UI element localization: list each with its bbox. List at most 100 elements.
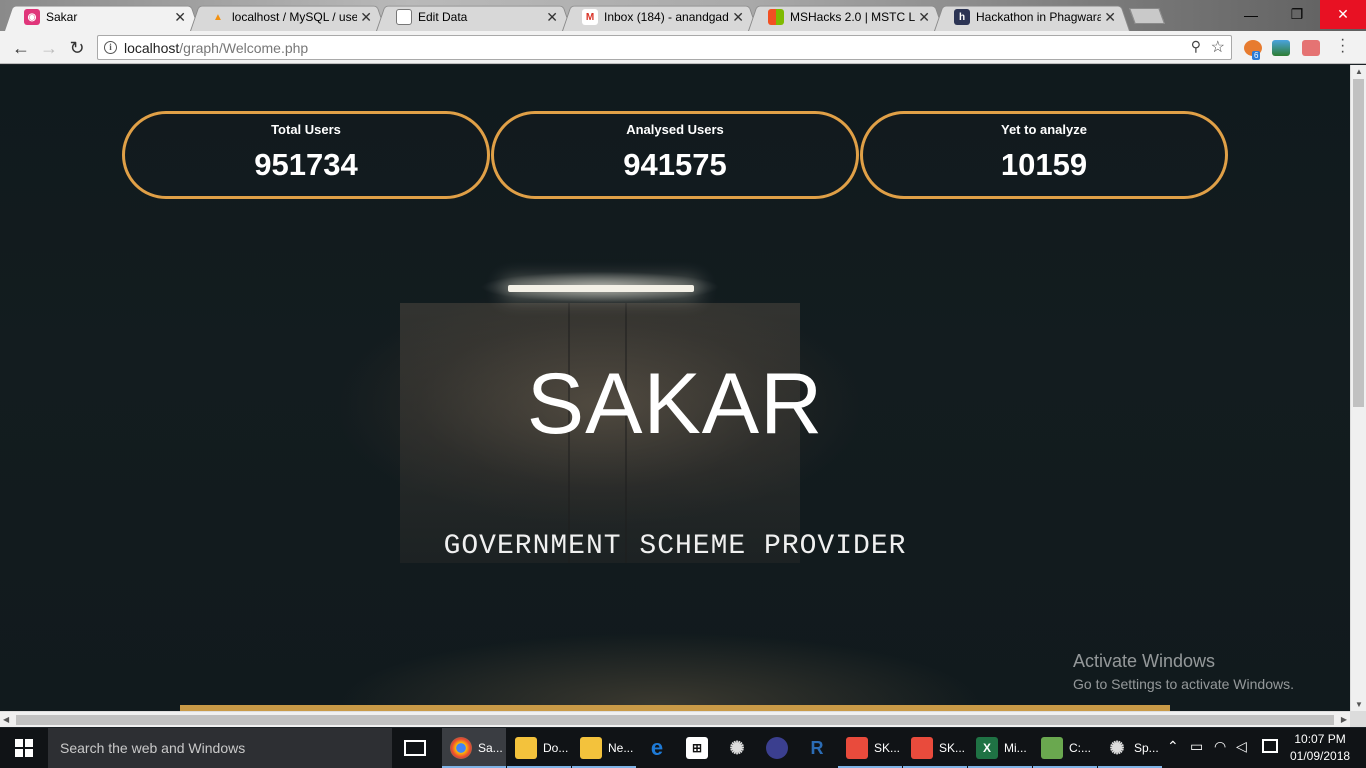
taskbar-item-explorer[interactable]: Do...: [507, 728, 571, 768]
battery-icon[interactable]: ▭: [1190, 738, 1203, 755]
vertical-scroll-thumb[interactable]: [1353, 79, 1364, 407]
vertical-scrollbar[interactable]: ▲ ▼: [1350, 65, 1366, 711]
horizontal-scroll-thumb[interactable]: [16, 715, 1334, 725]
task-view-icon[interactable]: [404, 740, 426, 756]
new-tab-button[interactable]: [1129, 8, 1165, 24]
taskbar-item-store[interactable]: ⊞: [678, 728, 716, 768]
forward-arrow-icon[interactable]: →: [37, 36, 61, 60]
folder-icon: [580, 737, 602, 759]
r-icon: R: [810, 737, 824, 758]
scrollbar-corner: [1350, 711, 1366, 727]
browser-menu-icon[interactable]: · · ·: [1340, 32, 1345, 60]
taskbar-item-spring[interactable]: ✺ Sp...: [1098, 728, 1162, 768]
page-viewport: Total Users 951734 Analysed Users 941575…: [0, 65, 1350, 711]
windows-taskbar: Search the web and Windows Sa... Do... N…: [0, 728, 1366, 768]
eclipse-icon: [766, 737, 788, 759]
stat-card-total-users: Total Users 951734: [122, 111, 490, 199]
back-arrow-icon[interactable]: ←: [9, 36, 33, 60]
extension-icon[interactable]: [1272, 40, 1290, 56]
excel-icon: X: [976, 737, 998, 759]
microsoft-icon: [768, 9, 784, 25]
extension-icon[interactable]: [1302, 40, 1320, 56]
volume-icon[interactable]: ◁: [1236, 738, 1247, 755]
browser-tab-edit-data[interactable]: Edit Data ✕: [376, 3, 572, 31]
tab-title: Edit Data: [418, 10, 468, 24]
windows-logo-icon: [15, 739, 33, 757]
wifi-icon[interactable]: ◠: [1214, 738, 1226, 755]
tab-title: Inbox (184) - anandgadi: [604, 10, 729, 24]
browser-tab-hackathon[interactable]: h Hackathon in Phagwara ✕: [934, 3, 1130, 31]
minimize-window-icon[interactable]: —: [1228, 0, 1274, 29]
tab-title: Sakar: [46, 10, 78, 24]
editor-icon: [1041, 737, 1063, 759]
browser-tab-mshacks[interactable]: MSHacks 2.0 | MSTC LPU ✕: [748, 3, 944, 31]
close-tab-icon[interactable]: ✕: [360, 9, 372, 26]
stat-value: 951734: [254, 147, 358, 182]
scroll-left-icon[interactable]: ◀: [3, 715, 9, 724]
horizontal-scrollbar[interactable]: ◀ ▶: [0, 711, 1350, 727]
taskbar-item-r[interactable]: R: [798, 728, 836, 768]
close-tab-icon[interactable]: ✕: [918, 9, 930, 26]
notepad-icon: [846, 737, 868, 759]
taskbar-item-label: C:...: [1069, 741, 1092, 755]
stat-label: Yet to analyze: [1001, 122, 1087, 137]
chrome-icon: [450, 737, 472, 759]
taskbar-item-label: SK...: [939, 741, 966, 755]
taskbar-item-edge[interactable]: e: [638, 728, 676, 768]
taskbar-item-editor[interactable]: C:...: [1033, 728, 1097, 768]
url-text: localhost/graph/Welcome.php: [124, 40, 308, 56]
watermark-title: Activate Windows: [1073, 651, 1216, 671]
tray-chevron-icon[interactable]: ⌃: [1167, 738, 1179, 755]
taskbar-item-notepad[interactable]: SK...: [903, 728, 967, 768]
browser-tab-gmail[interactable]: M Inbox (184) - anandgadi ✕: [562, 3, 758, 31]
notepad-icon: [911, 737, 933, 759]
browser-tab-sakar[interactable]: ◉ Sakar ✕: [4, 3, 200, 31]
taskbar-item-chrome[interactable]: Sa...: [442, 728, 506, 768]
hero-title: SAKAR: [526, 356, 824, 452]
address-bar[interactable]: i localhost/graph/Welcome.php ⚲ ☆: [97, 35, 1232, 60]
reload-icon[interactable]: ↻: [65, 36, 89, 60]
close-tab-icon[interactable]: ✕: [732, 9, 744, 26]
folder-icon: [515, 737, 537, 759]
taskbar-item-label: Ne...: [608, 741, 634, 755]
close-tab-icon[interactable]: ✕: [1104, 9, 1116, 26]
activate-windows-watermark: Activate Windows Go to Settings to activ…: [1073, 651, 1294, 692]
browser-tab-phpmyadmin[interactable]: ▲ localhost / MySQL / use ✕: [190, 3, 386, 31]
extension-badge: 6: [1252, 51, 1261, 60]
close-tab-icon[interactable]: ✕: [546, 9, 558, 26]
taskbar-clock[interactable]: 10:07 PM 01/09/2018: [1290, 731, 1350, 765]
sakar-app-icon: ◉: [24, 9, 40, 25]
taskbar-item-label: Sp...: [1134, 741, 1159, 755]
bookmark-star-icon[interactable]: ☆: [1211, 37, 1225, 57]
taskbar-item-notepad[interactable]: SK...: [838, 728, 902, 768]
taskbar-item-excel[interactable]: X Mi...: [968, 728, 1032, 768]
close-window-icon[interactable]: ✕: [1320, 0, 1366, 29]
taskbar-item-label: Sa...: [478, 741, 503, 755]
taskbar-search-box[interactable]: Search the web and Windows: [48, 728, 392, 768]
stat-label: Analysed Users: [626, 122, 724, 137]
action-center-icon[interactable]: [1262, 739, 1278, 753]
stat-value: 10159: [1000, 147, 1088, 182]
gmail-icon: M: [582, 9, 598, 25]
restore-window-icon[interactable]: ❐: [1274, 0, 1320, 29]
clock-date: 01/09/2018: [1290, 749, 1351, 763]
close-tab-icon[interactable]: ✕: [174, 9, 186, 26]
page-info-icon[interactable]: i: [104, 41, 117, 54]
store-icon: ⊞: [686, 737, 708, 759]
scroll-right-icon[interactable]: ▶: [1341, 715, 1347, 724]
ceiling-lamp: [508, 285, 694, 292]
taskbar-item-label: Do...: [543, 741, 569, 755]
hero-subtitle: GOVERNMENT SCHEME PROVIDER: [443, 531, 907, 562]
watermark-subtitle: Go to Settings to activate Windows.: [1073, 676, 1294, 692]
zoom-icon[interactable]: ⚲: [1191, 38, 1201, 55]
url-path: /graph/Welcome.php: [179, 40, 309, 56]
taskbar-item-spring[interactable]: ✺: [718, 728, 756, 768]
tab-title: localhost / MySQL / use: [232, 10, 357, 24]
spring-icon: ✺: [729, 737, 745, 758]
browser-toolbar: ← → ↻ i localhost/graph/Welcome.php ⚲ ☆ …: [0, 31, 1366, 64]
taskbar-item-eclipse[interactable]: [758, 728, 796, 768]
scroll-up-icon[interactable]: ▲: [1355, 67, 1363, 76]
taskbar-item-explorer[interactable]: Ne...: [572, 728, 636, 768]
scroll-down-icon[interactable]: ▼: [1355, 700, 1363, 709]
start-button[interactable]: [0, 728, 48, 768]
